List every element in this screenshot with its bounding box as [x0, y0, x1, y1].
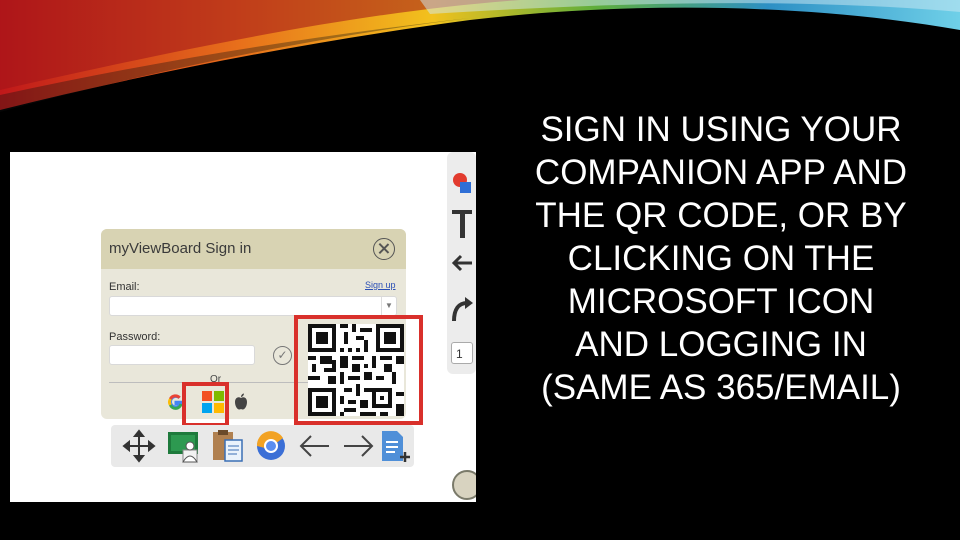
arrow-right-icon[interactable]: [340, 428, 376, 464]
qr-code[interactable]: [308, 324, 404, 416]
classroom-icon[interactable]: [165, 428, 201, 464]
redo-icon[interactable]: [451, 295, 473, 323]
avatar[interactable]: [452, 470, 476, 500]
slide-title: SIGN IN USING YOUR COMPANION APP AND THE…: [488, 108, 954, 409]
chevron-down-icon[interactable]: ▼: [381, 297, 396, 315]
title-line: COMPANION APP AND: [534, 153, 908, 192]
signup-link[interactable]: Sign up: [365, 280, 396, 290]
title-line: CLICKING ON THE: [567, 239, 875, 278]
close-button[interactable]: [373, 238, 395, 260]
clipboard-document-icon[interactable]: [210, 428, 246, 464]
password-field[interactable]: [109, 345, 255, 365]
title-line: (SAME AS 365/EMAIL): [541, 368, 901, 407]
microsoft-icon-highlight: [182, 382, 229, 427]
right-toolbar: 1: [447, 152, 476, 374]
dialog-header: myViewBoard Sign in: [101, 229, 406, 269]
dialog-title: myViewBoard Sign in: [109, 240, 252, 257]
decorative-banner: [0, 0, 960, 112]
arrow-left-icon[interactable]: [297, 428, 333, 464]
apple-icon[interactable]: [235, 393, 247, 411]
title-line: AND LOGGING IN: [575, 325, 867, 364]
browser-icon[interactable]: [253, 428, 289, 464]
text-tool-icon[interactable]: [451, 208, 473, 240]
title-line: THE QR CODE, OR BY: [535, 196, 907, 235]
title-line: SIGN IN USING YOUR: [540, 110, 902, 149]
password-label: Password:: [109, 331, 161, 343]
add-page-icon[interactable]: [377, 428, 413, 464]
shapes-icon[interactable]: [452, 172, 472, 194]
email-field[interactable]: ▼: [109, 296, 397, 316]
submit-check-button[interactable]: ✓: [273, 346, 292, 365]
signin-screenshot: myViewBoard Sign in Email: Sign up ▼ Pas…: [10, 152, 476, 502]
undo-icon[interactable]: [451, 252, 473, 274]
page-number-field[interactable]: 1: [451, 342, 473, 364]
email-label: Email:: [109, 281, 140, 293]
title-line: MICROSOFT ICON: [567, 282, 875, 321]
bottom-toolbar: [111, 425, 414, 467]
move-icon[interactable]: [121, 428, 157, 464]
